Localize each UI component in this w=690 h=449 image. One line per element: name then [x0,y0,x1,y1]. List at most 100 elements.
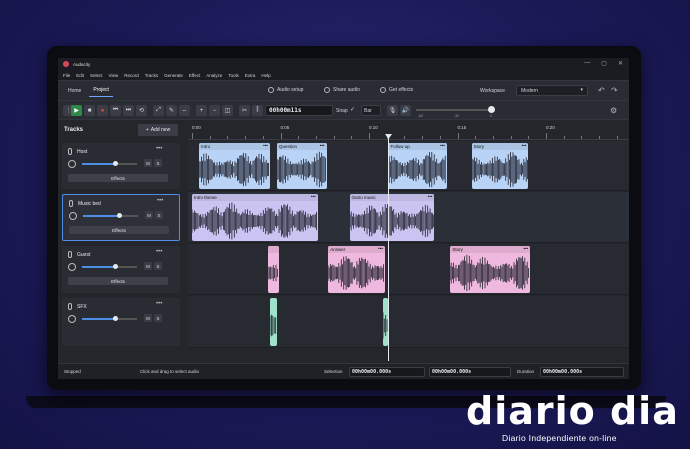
menu-item-effect[interactable]: Effect [189,73,200,78]
clip-header[interactable]: Story ••• [471,143,529,150]
snap-dropdown[interactable]: Bar [361,105,381,116]
audio-clip[interactable]: Intro ••• [199,143,270,189]
volume-handle[interactable] [113,161,118,166]
clip-menu-icon[interactable]: ••• [320,143,325,148]
menu-item-record[interactable]: Record [124,73,139,78]
audio-clip[interactable] [268,246,279,293]
audio-clip[interactable]: Follow up ••• [388,143,447,189]
clip-header[interactable]: Intro ••• [199,143,270,150]
maximize-button[interactable]: ▢ [601,60,607,67]
cut-button[interactable]: ✂ [239,105,250,116]
audio-clip[interactable]: Outro music ••• [349,194,435,241]
skip-start-button[interactable]: ⏮ [110,105,121,116]
minimize-button[interactable]: — [584,60,590,67]
envelope-tool-button[interactable]: ⤢ [153,105,164,116]
clip-menu-icon[interactable]: ••• [263,143,268,148]
clip-header[interactable] [268,246,279,253]
track-lane[interactable]: Intro ••• Question ••• Follow up ••• Story ••• [188,141,629,191]
effects-button[interactable]: Effects [68,277,168,285]
audio-clip[interactable]: Story ••• [471,143,529,189]
audio-clip[interactable]: Answer ••• [328,246,385,293]
audio-clip[interactable]: Story ••• [450,246,531,293]
tab-project[interactable]: Project [89,84,113,97]
volume-slider[interactable] [82,161,137,166]
tab-home[interactable]: Home [64,85,85,97]
clip-header[interactable]: Answer ••• [328,246,385,253]
track-name[interactable]: SFX [77,304,87,310]
track-name[interactable]: Music bed [78,201,101,207]
pan-knob[interactable] [68,315,76,323]
playback-meter[interactable]: -60 -30 0 [416,106,498,118]
track-menu-icon[interactable]: ••• [156,249,162,255]
play-button[interactable]: ▶ [71,105,82,116]
loop-button[interactable]: ⟲ [136,105,147,116]
clip-menu-icon[interactable]: ••• [311,194,316,199]
audio-clip[interactable]: Question ••• [276,143,327,189]
solo-button[interactable]: S [154,314,162,322]
clip-header[interactable]: Question ••• [276,143,327,150]
menu-item-tools[interactable]: Tools [228,73,239,78]
get-effects-button[interactable]: Get effects [380,87,413,93]
zoom-fit-button[interactable]: ◫ [222,105,233,116]
volume-slider[interactable] [82,316,137,321]
clip-menu-icon[interactable]: ••• [428,194,433,199]
track-menu-icon[interactable]: ••• [156,301,162,307]
draw-tool-button[interactable]: ✎ [166,105,177,116]
menu-item-analyze[interactable]: Analyze [206,73,222,78]
clip-menu-icon[interactable]: ••• [522,143,527,148]
track-control-host[interactable]: Host ••• M S Effects [62,143,180,189]
menu-item-help[interactable]: Help [261,73,270,78]
track-control-sfx[interactable]: SFX ••• M S [62,298,180,346]
volume-slider[interactable] [82,264,137,269]
track-lane[interactable]: Intro theme ••• Outro music ••• [188,192,629,243]
gear-icon[interactable]: ⚙ [610,106,617,115]
share-audio-button[interactable]: Share audio [324,87,360,93]
track-control-guest[interactable]: Guest ••• M S Effects [62,246,180,293]
track-name[interactable]: Guest [77,252,90,258]
track-control-music-bed[interactable]: Music bed ••• M S Effects [62,194,180,241]
undo-icon[interactable]: ↶ [598,86,605,95]
audio-setup-button[interactable]: Audio setup [268,87,303,93]
clip-menu-icon[interactable]: ••• [523,246,528,251]
skip-end-button[interactable]: ⏭ [123,105,134,116]
solo-button[interactable]: S [154,159,162,167]
mute-button[interactable]: M [144,314,152,322]
timeline-ruler[interactable]: 0:00 0:05 0:10 0:15 0:20 [188,120,629,140]
volume-handle[interactable] [113,316,118,321]
clip-header[interactable]: Outro music ••• [349,194,435,201]
menu-item-tracks[interactable]: Tracks [145,73,158,78]
menu-item-select[interactable]: Select [90,73,103,78]
selection-start-field[interactable]: 00h00m00.000s [349,367,425,377]
trim-button[interactable]: ⇔ [179,105,190,116]
split-button[interactable]: ⫿ [252,105,263,116]
clip-header[interactable]: Story ••• [450,246,531,253]
selection-end-field[interactable]: 00h00m00.000s [429,367,511,377]
speaker-volume-icon[interactable]: 🔊 [400,105,411,116]
track-menu-icon[interactable]: ••• [157,198,163,204]
microphone-icon[interactable]: 🎙 [387,105,398,116]
volume-handle[interactable] [113,264,118,269]
track-lane[interactable] [188,296,629,348]
track-lane[interactable]: Answer ••• Story ••• [188,244,629,295]
meter-knob[interactable] [488,106,495,113]
check-icon[interactable]: ✓ [350,106,355,113]
volume-handle[interactable] [116,213,122,218]
redo-icon[interactable]: ↷ [611,86,618,95]
menu-item-edit[interactable]: Edit [76,73,84,78]
pan-knob[interactable] [68,160,76,168]
mute-button[interactable]: M [145,211,153,219]
pan-knob[interactable] [69,212,77,220]
record-button[interactable]: ● [97,105,108,116]
track-menu-icon[interactable]: ••• [156,146,162,152]
zoom-out-button[interactable]: − [209,105,220,116]
mute-button[interactable]: M [144,159,152,167]
menu-item-file[interactable]: File [63,73,70,78]
volume-slider[interactable] [83,213,138,218]
solo-button[interactable]: S [155,211,163,219]
add-new-track-button[interactable]: + Add new [138,124,178,136]
duration-field[interactable]: 00h00m00.000s [540,367,624,377]
zoom-in-button[interactable]: + [196,105,207,116]
close-button[interactable]: ✕ [618,60,623,67]
menu-item-generate[interactable]: Generate [164,73,183,78]
audio-clip[interactable]: Intro theme ••• [192,194,318,241]
